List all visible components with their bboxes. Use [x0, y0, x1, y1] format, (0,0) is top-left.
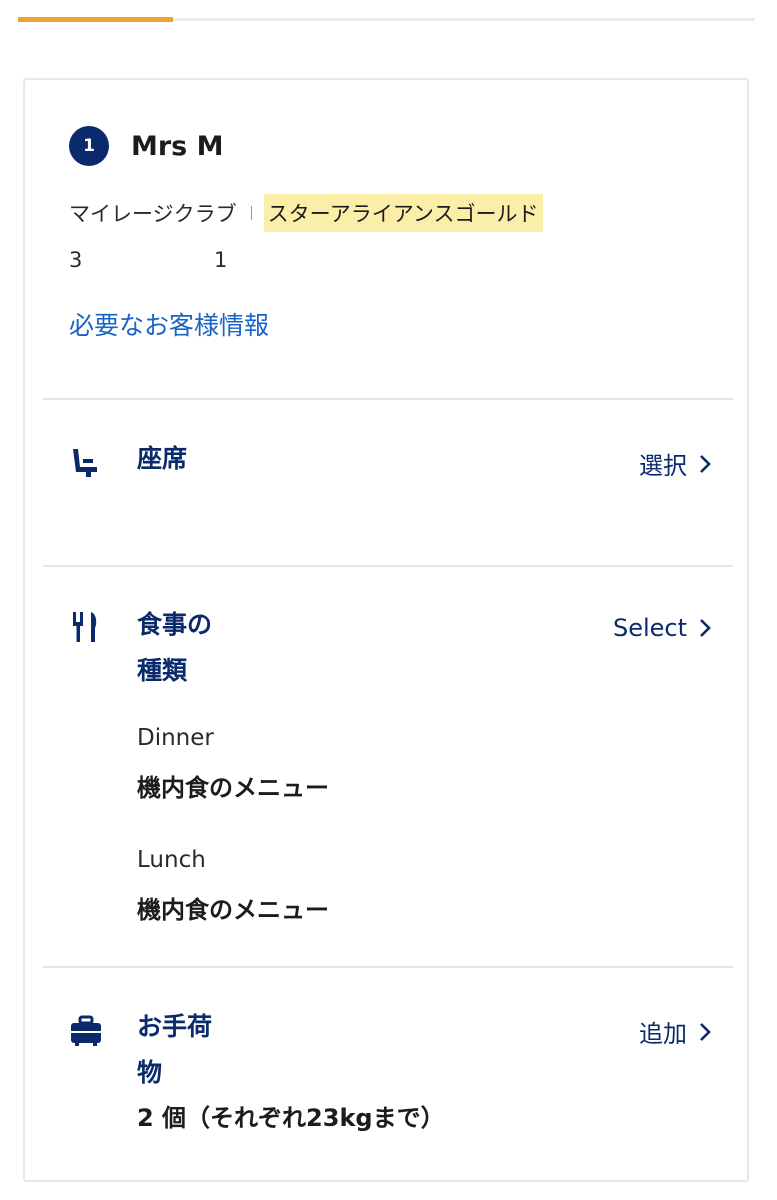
seat-action-label: 選択 [639, 452, 687, 480]
passenger-card: 1 Mrs M マイレージクラブ スターアライアンスゴールド 3 1 必要なお客… [23, 78, 749, 1182]
meal-title-line1: 食事の [137, 610, 213, 639]
mileage-status: マイレージクラブ スターアライアンスゴールド [69, 194, 543, 232]
divider [43, 398, 733, 400]
number-b: 1 [214, 248, 228, 272]
progress-fill [18, 17, 173, 22]
chevron-right-icon [700, 454, 711, 473]
divider [43, 966, 733, 968]
seat-select-button[interactable]: 選択 [639, 446, 711, 481]
passenger-name: Mrs M [131, 130, 224, 162]
passenger-number-badge: 1 [69, 126, 109, 166]
baggage-title-line2: 物 [137, 1058, 163, 1087]
seat-title: 座席 [137, 444, 188, 473]
required-info-link[interactable]: 必要なお客様情報 [69, 306, 269, 342]
program-label: マイレージクラブ [69, 202, 237, 226]
baggage-action-label: 追加 [639, 1020, 687, 1048]
divider [43, 565, 733, 567]
suitcase-icon [69, 1014, 103, 1048]
seat-icon [69, 446, 103, 480]
passenger-header: 1 Mrs M [69, 126, 224, 166]
baggage-add-button[interactable]: 追加 [639, 1014, 711, 1049]
meal-value-dinner: 機内食のメニュー [137, 774, 329, 802]
meal-action-label: Select [612, 614, 687, 642]
meal-value-lunch: 機内食のメニュー [137, 896, 329, 924]
member-numbers: 3 1 [69, 248, 227, 272]
number-a: 3 [69, 248, 83, 272]
meal-label-dinner: Dinner [137, 725, 214, 751]
meal-label-lunch: Lunch [137, 847, 206, 873]
chevron-right-icon [700, 619, 711, 637]
meal-select-button[interactable]: Select [613, 614, 711, 642]
chevron-right-icon [700, 1022, 711, 1041]
tier-badge: スターアライアンスゴールド [263, 194, 543, 232]
meal-title-line2: 種類 [137, 656, 188, 685]
baggage-title-line1: お手荷 [137, 1012, 213, 1041]
progress-bar [18, 17, 755, 22]
cutlery-icon [69, 610, 103, 644]
separator [250, 206, 252, 220]
baggage-allowance: 2 個（それぞれ23kgまで） [137, 1104, 445, 1132]
